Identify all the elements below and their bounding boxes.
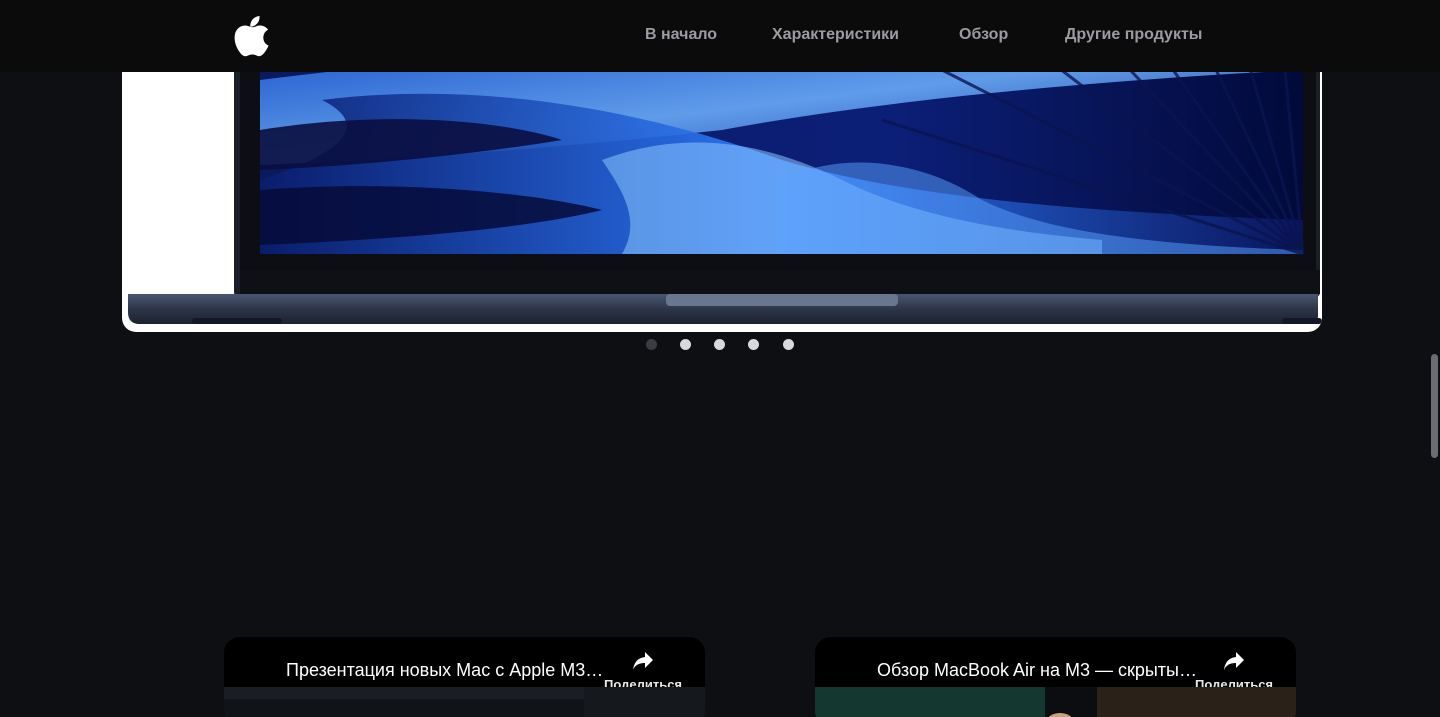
- apple-logo-icon[interactable]: [234, 15, 270, 57]
- share-button[interactable]: Поделиться: [1189, 651, 1279, 692]
- nav-link-overview[interactable]: Обзор: [959, 26, 1008, 44]
- carousel-dot-5[interactable]: [783, 339, 794, 350]
- video-title-bar: Обзор MacBook Air на M3 — скрытые улучше…: [815, 637, 1296, 692]
- nav-link-other-products[interactable]: Другие продукты: [1065, 26, 1202, 44]
- page: В начало Характеристики Обзор Другие про…: [0, 0, 1440, 717]
- carousel-dot-2[interactable]: [680, 339, 691, 350]
- video-card-1[interactable]: Презентация новых Mac с Apple M3 Pro и M…: [224, 637, 705, 717]
- video-card-2[interactable]: Обзор MacBook Air на M3 — скрытые улучше…: [815, 637, 1296, 717]
- video-thumbnail[interactable]: [224, 687, 705, 717]
- share-button[interactable]: Поделиться: [598, 651, 688, 692]
- share-arrow-icon: [633, 652, 653, 670]
- video-thumbnail[interactable]: [815, 687, 1296, 717]
- video-title[interactable]: Обзор MacBook Air на M3 — скрытые улучше…: [877, 660, 1197, 681]
- carousel-dot-3[interactable]: [714, 339, 725, 350]
- page-scrollbar-thumb[interactable]: [1431, 354, 1438, 458]
- video-title-bar: Презентация новых Mac с Apple M3 Pro и M…: [224, 637, 705, 692]
- carousel-dot-4[interactable]: [748, 339, 759, 350]
- site-header: В начало Характеристики Обзор Другие про…: [0, 0, 1440, 72]
- share-arrow-icon: [1224, 652, 1244, 670]
- carousel-dots: [0, 339, 1440, 351]
- carousel-dot-1[interactable]: [646, 339, 657, 350]
- video-title[interactable]: Презентация новых Mac с Apple M3 Pro и M…: [286, 660, 606, 681]
- nav-link-specs[interactable]: Характеристики: [772, 26, 899, 44]
- macbook-air-image: [128, 40, 1322, 324]
- nav-link-home[interactable]: В начало: [645, 26, 717, 44]
- hero-carousel-slide[interactable]: [122, 40, 1322, 332]
